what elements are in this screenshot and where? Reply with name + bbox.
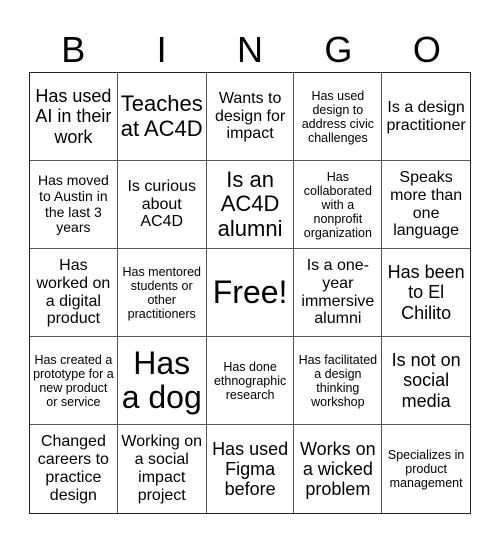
bingo-cell[interactable]: Is a one-year immersive alumni bbox=[294, 249, 383, 337]
bingo-cell[interactable]: Has mentored students or other practitio… bbox=[117, 249, 207, 337]
bingo-cell[interactable]: Is a design practitioner bbox=[382, 73, 470, 161]
bingo-cell[interactable]: Has collaborated with a nonprofit organi… bbox=[294, 161, 383, 249]
bingo-cell[interactable]: Changed careers to practice design bbox=[30, 425, 118, 513]
bingo-cell[interactable]: Has moved to Austin in the last 3 years bbox=[30, 161, 118, 249]
bingo-cell[interactable]: Has facilitated a design thinking worksh… bbox=[294, 337, 383, 425]
bingo-cell[interactable]: Is not on social media bbox=[382, 337, 470, 425]
bingo-cell[interactable]: Wants to design for impact bbox=[206, 73, 295, 161]
bingo-cell[interactable]: Has used design to address civic challen… bbox=[294, 73, 383, 161]
header-letter-b: B bbox=[61, 29, 86, 70]
bingo-cell[interactable]: Specializes in product management bbox=[382, 425, 470, 513]
bingo-cell[interactable]: Has done ethnographic research bbox=[206, 337, 295, 425]
bingo-cell[interactable]: Is an AC4D alumni bbox=[206, 161, 295, 249]
bingo-cell[interactable]: Working on a social impact project bbox=[118, 425, 207, 513]
bingo-cell[interactable]: Has used Figma before bbox=[207, 425, 295, 513]
bingo-cell[interactable]: Speaks more than one language bbox=[382, 161, 470, 249]
header-letter-i: I bbox=[156, 29, 167, 70]
bingo-cell[interactable]: Teaches at AC4D bbox=[117, 73, 207, 161]
bingo-cell[interactable]: Has created a prototype for a new produc… bbox=[30, 337, 118, 425]
free-space[interactable]: Free! bbox=[206, 249, 295, 337]
bingo-card: Has used AI in their work Teaches at AC4… bbox=[29, 72, 471, 514]
bingo-cell[interactable]: Works on a wicked problem bbox=[294, 425, 383, 513]
header-letter-g: G bbox=[324, 29, 353, 70]
bingo-cell[interactable]: Has used AI in their work bbox=[30, 73, 118, 161]
bingo-cell[interactable]: Is curious about AC4D bbox=[117, 161, 207, 249]
header-letter-o: O bbox=[412, 29, 441, 70]
bingo-cell[interactable]: Has worked on a digital product bbox=[30, 249, 118, 337]
header-letter-n: N bbox=[237, 29, 264, 70]
bingo-cell[interactable]: Has been to El Chilito bbox=[382, 249, 470, 337]
bingo-header: B I N G O bbox=[29, 30, 471, 70]
bingo-cell[interactable]: Has a dog bbox=[117, 337, 207, 425]
